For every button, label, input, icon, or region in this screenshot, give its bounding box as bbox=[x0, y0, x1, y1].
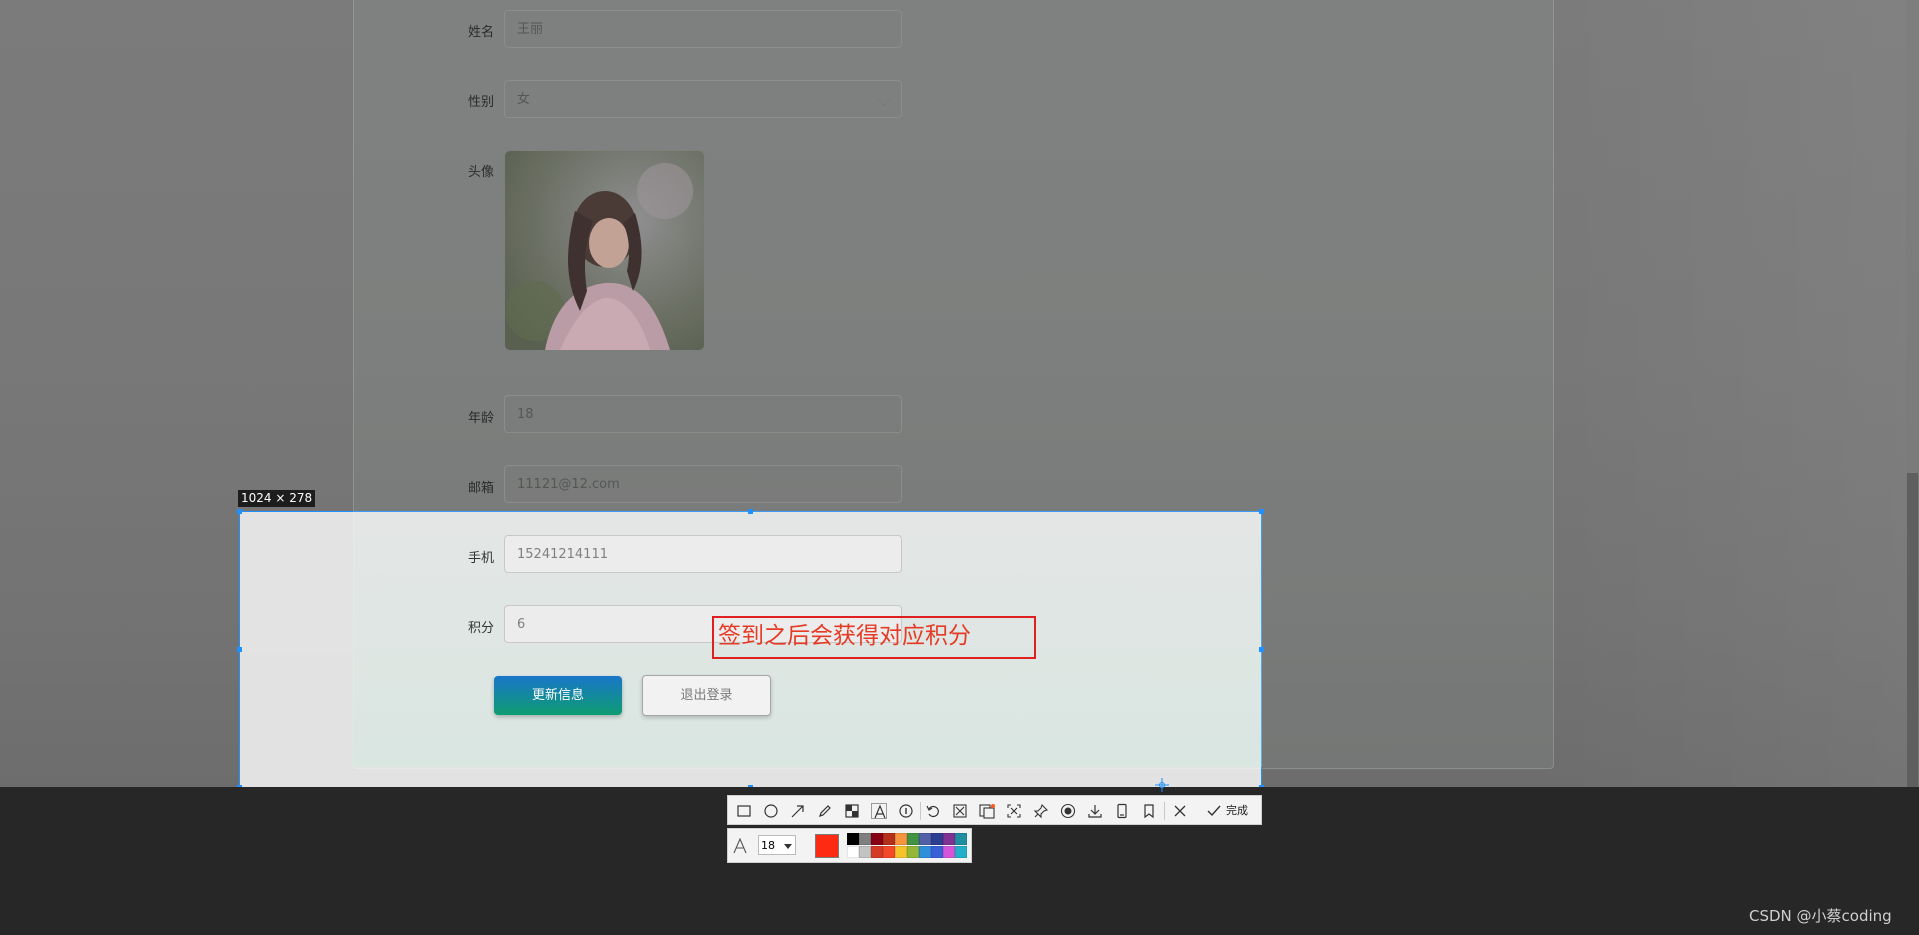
avatar-image bbox=[505, 151, 704, 350]
avatar-label: 头像 bbox=[467, 165, 494, 180]
toolbar-separator bbox=[1164, 802, 1165, 820]
selection-handle-mid-left[interactable] bbox=[237, 647, 242, 652]
number-icon[interactable] bbox=[898, 803, 914, 819]
arrow-icon[interactable] bbox=[790, 803, 806, 819]
logout-button[interactable]: 退出登录 bbox=[642, 675, 771, 716]
pencil-icon[interactable] bbox=[817, 803, 833, 819]
color-swatch[interactable] bbox=[847, 846, 859, 858]
name-label: 姓名 bbox=[467, 25, 494, 40]
age-field[interactable]: 18 bbox=[504, 395, 902, 433]
ellipse-icon[interactable] bbox=[763, 803, 779, 819]
crosshair-cursor-icon bbox=[1154, 777, 1170, 793]
color-swatch[interactable] bbox=[931, 846, 943, 858]
toolbar-separator bbox=[920, 802, 921, 820]
check-icon[interactable] bbox=[1206, 803, 1222, 819]
chevron-down-icon bbox=[878, 93, 891, 106]
color-swatch[interactable] bbox=[943, 846, 955, 858]
close-icon[interactable] bbox=[1172, 803, 1188, 819]
phone-field[interactable]: 15241214111 bbox=[504, 535, 902, 573]
ocr-icon[interactable] bbox=[979, 803, 995, 819]
color-swatch[interactable] bbox=[919, 846, 931, 858]
color-swatch[interactable] bbox=[943, 833, 955, 845]
color-swatch[interactable] bbox=[895, 833, 907, 845]
color-swatch[interactable] bbox=[859, 833, 871, 845]
age-label: 年龄 bbox=[467, 411, 494, 426]
selection-handle-top-left[interactable] bbox=[237, 509, 242, 514]
color-swatch[interactable] bbox=[847, 833, 859, 845]
selection-handle-top-right[interactable] bbox=[1259, 509, 1264, 514]
avatar-upload[interactable] bbox=[504, 150, 705, 351]
font-icon bbox=[732, 838, 748, 854]
record-icon[interactable] bbox=[1060, 803, 1076, 819]
email-field[interactable]: 11121@12.com bbox=[504, 465, 902, 503]
phone-icon[interactable] bbox=[1114, 803, 1130, 819]
email-label: 邮箱 bbox=[467, 481, 494, 496]
mosaic-icon[interactable] bbox=[844, 803, 860, 819]
caret-down-icon bbox=[784, 844, 792, 849]
color-swatch[interactable] bbox=[895, 846, 907, 858]
color-swatch[interactable] bbox=[883, 833, 895, 845]
color-swatch[interactable] bbox=[883, 846, 895, 858]
scroll-capture-icon[interactable] bbox=[1006, 803, 1022, 819]
name-field[interactable]: 王丽 bbox=[504, 10, 902, 48]
bookmark-icon[interactable] bbox=[1141, 803, 1157, 819]
gender-label: 性别 bbox=[467, 95, 494, 110]
text-icon[interactable] bbox=[871, 803, 887, 819]
color-swatch[interactable] bbox=[907, 846, 919, 858]
color-swatch[interactable] bbox=[931, 833, 943, 845]
gender-select-value: 女 bbox=[517, 92, 531, 107]
done-button-label[interactable]: 完成 bbox=[1226, 803, 1248, 819]
rectangle-icon[interactable] bbox=[736, 803, 752, 819]
font-size-value: 18 bbox=[761, 839, 775, 852]
color-swatch[interactable] bbox=[907, 833, 919, 845]
points-label: 积分 bbox=[467, 621, 494, 636]
font-size-select[interactable]: 18 bbox=[758, 835, 796, 855]
scrollbar-thumb[interactable] bbox=[1907, 473, 1918, 787]
download-icon[interactable] bbox=[1087, 803, 1103, 819]
selection-handle-mid-right[interactable] bbox=[1259, 647, 1264, 652]
current-color-swatch[interactable] bbox=[815, 834, 839, 858]
update-info-button[interactable]: 更新信息 bbox=[494, 676, 622, 715]
color-swatch[interactable] bbox=[871, 846, 883, 858]
text-annotation[interactable]: 签到之后会获得对应积分 bbox=[712, 616, 1036, 659]
undo-icon[interactable] bbox=[925, 803, 941, 819]
color-swatch[interactable] bbox=[871, 833, 883, 845]
color-swatch[interactable] bbox=[859, 846, 871, 858]
selection-size-label: 1024 × 278 bbox=[238, 490, 316, 507]
selection-handle-top-center[interactable] bbox=[748, 509, 753, 514]
background-right-shade bbox=[1560, 0, 1919, 787]
color-swatch[interactable] bbox=[955, 846, 967, 858]
capture-toolbar: 完成 bbox=[727, 795, 1262, 825]
text-options-toolbar: 18 bbox=[727, 828, 972, 863]
scissors-icon[interactable] bbox=[952, 803, 968, 819]
color-swatch[interactable] bbox=[919, 833, 931, 845]
pin-icon[interactable] bbox=[1033, 803, 1049, 819]
color-swatch[interactable] bbox=[955, 833, 967, 845]
gender-select[interactable]: 女 bbox=[504, 80, 902, 118]
watermark: CSDN @小蔡coding bbox=[1749, 907, 1892, 925]
phone-label: 手机 bbox=[467, 551, 494, 566]
